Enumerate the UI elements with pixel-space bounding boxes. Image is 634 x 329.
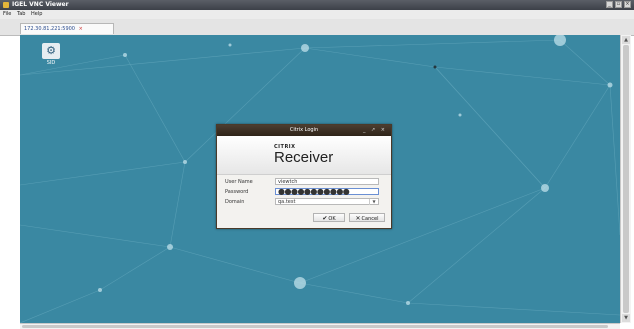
- scroll-down-icon[interactable]: ▼: [622, 314, 630, 322]
- maximize-button[interactable]: ▫: [615, 1, 622, 8]
- window-controls: _ ▫ ×: [606, 1, 631, 8]
- settings-icon: ⚙: [42, 43, 60, 59]
- citrix-login-dialog: Citrix Login _ ↗ × CITRIX Receiver User …: [216, 124, 392, 229]
- check-icon: ✔: [322, 215, 328, 222]
- scroll-thumb[interactable]: [623, 45, 629, 313]
- ok-label: OK: [328, 216, 336, 222]
- app-icon: [3, 2, 9, 8]
- desktop-shortcut-label: SID: [46, 60, 56, 66]
- chevron-down-icon[interactable]: ▼: [369, 199, 378, 205]
- username-field[interactable]: viewtch: [275, 178, 379, 185]
- receiver-title: Receiver: [274, 149, 334, 166]
- username-label: User Name: [225, 179, 253, 185]
- domain-value: qa.test: [278, 199, 296, 205]
- tab-close-icon[interactable]: ×: [79, 26, 83, 32]
- dialog-title: Citrix Login: [289, 127, 319, 133]
- close-button[interactable]: ×: [624, 1, 631, 8]
- menu-file[interactable]: File: [3, 11, 11, 17]
- close-icon: ✕: [355, 215, 361, 222]
- window-title: IGEL VNC Viewer: [12, 1, 69, 8]
- menu-tab[interactable]: Tab: [17, 11, 25, 17]
- minimize-button[interactable]: _: [606, 1, 613, 8]
- desktop-shortcut[interactable]: ⚙ SID: [38, 43, 64, 66]
- password-label: Password: [225, 189, 249, 195]
- cancel-button[interactable]: ✕Cancel: [349, 213, 385, 222]
- ok-button[interactable]: ✔OK: [313, 213, 345, 222]
- dialog-titlebar: Citrix Login _ ↗ ×: [217, 125, 391, 136]
- domain-label: Domain: [225, 199, 245, 205]
- horizontal-scrollbar[interactable]: [20, 323, 620, 329]
- tab-vnc-session[interactable]: 172.30.81.221:5900 ×: [20, 23, 114, 34]
- scroll-up-icon[interactable]: ▲: [622, 36, 630, 44]
- cancel-label: Cancel: [361, 216, 379, 222]
- password-field[interactable]: ●●●●●●●●●●●: [275, 188, 379, 196]
- vertical-scrollbar[interactable]: ▲ ▼: [620, 35, 631, 323]
- tab-label: 172.30.81.221:5900: [24, 26, 75, 32]
- tab-bar: 172.30.81.221:5900 ×: [0, 19, 634, 36]
- window-titlebar: IGEL VNC Viewer _ ▫ ×: [0, 0, 634, 10]
- domain-select[interactable]: qa.test ▼: [275, 198, 379, 205]
- dialog-window-controls[interactable]: _ ↗ ×: [363, 125, 387, 136]
- menu-help[interactable]: Help: [31, 11, 42, 17]
- menu-bar: File Tab Help: [0, 10, 634, 19]
- citrix-brand-banner: CITRIX Receiver: [217, 136, 391, 175]
